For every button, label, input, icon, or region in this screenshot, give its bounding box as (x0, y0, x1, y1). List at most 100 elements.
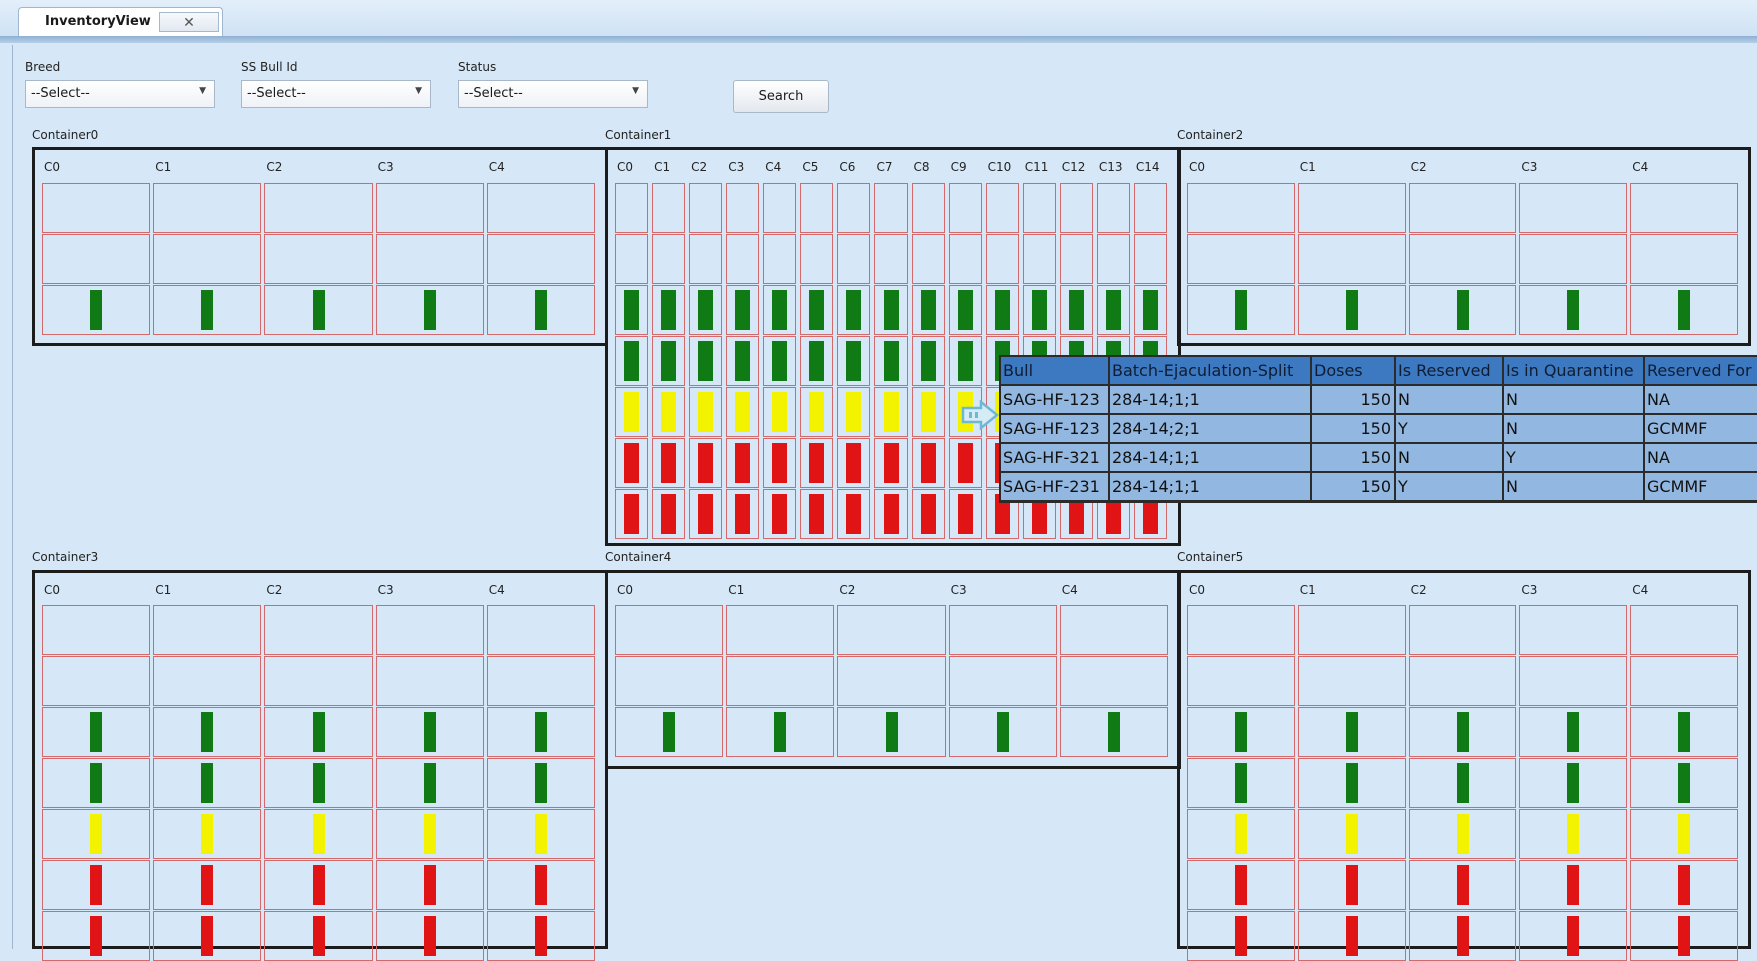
status-mark-green[interactable] (1234, 763, 1247, 803)
status-mark-green[interactable] (1068, 290, 1084, 330)
status-mark-green[interactable] (624, 341, 640, 381)
slot-cell[interactable] (153, 605, 262, 655)
slot-cell[interactable] (1096, 234, 1130, 284)
status-mark-red[interactable] (423, 916, 436, 956)
status-mark-yellow[interactable] (312, 814, 325, 854)
status-mark-red[interactable] (624, 443, 640, 483)
status-mark-green[interactable] (1567, 290, 1580, 330)
status-mark-yellow[interactable] (846, 392, 862, 432)
status-mark-green[interactable] (423, 763, 436, 803)
status-mark-yellow[interactable] (883, 392, 899, 432)
slot-cell[interactable] (1059, 656, 1168, 706)
status-mark-green[interactable] (774, 712, 787, 752)
slot-cell[interactable] (375, 656, 484, 706)
status-mark-yellow[interactable] (698, 392, 714, 432)
status-mark-green[interactable] (1345, 290, 1358, 330)
slot-cell[interactable] (1519, 234, 1628, 284)
status-mark-red[interactable] (1345, 865, 1358, 905)
slot-cell[interactable] (1408, 605, 1517, 655)
status-mark-red[interactable] (1234, 865, 1247, 905)
status-mark-yellow[interactable] (423, 814, 436, 854)
slot-cell[interactable] (1408, 656, 1517, 706)
bull-id-dropdown[interactable]: --Select-- ▼ (241, 80, 431, 108)
status-mark-green[interactable] (534, 290, 547, 330)
status-mark-green[interactable] (1456, 290, 1469, 330)
status-mark-red[interactable] (957, 443, 973, 483)
status-mark-yellow[interactable] (920, 392, 936, 432)
slot-cell[interactable] (1059, 234, 1093, 284)
status-mark-red[interactable] (534, 916, 547, 956)
slot-cell[interactable] (1297, 605, 1406, 655)
slot-cell[interactable] (1297, 234, 1406, 284)
slot-cell[interactable] (837, 656, 946, 706)
slot-cell[interactable] (1630, 656, 1738, 706)
status-mark-red[interactable] (1234, 916, 1247, 956)
slot-cell[interactable] (1630, 234, 1738, 284)
slot-cell[interactable] (1022, 234, 1056, 284)
status-mark-green[interactable] (809, 341, 825, 381)
slot-cell[interactable] (42, 234, 151, 284)
status-mark-green[interactable] (920, 341, 936, 381)
slot-cell[interactable] (153, 234, 262, 284)
slot-cell[interactable] (486, 234, 595, 284)
slot-cell[interactable] (800, 183, 834, 233)
status-mark-red[interactable] (661, 494, 677, 534)
status-dropdown[interactable]: --Select-- ▼ (458, 80, 648, 108)
status-mark-red[interactable] (201, 916, 214, 956)
status-mark-green[interactable] (994, 290, 1010, 330)
status-mark-green[interactable] (201, 763, 214, 803)
search-button[interactable]: Search (733, 80, 829, 113)
status-mark-red[interactable] (809, 443, 825, 483)
slot-cell[interactable] (1630, 183, 1738, 233)
slot-cell[interactable] (689, 183, 723, 233)
slot-cell[interactable] (837, 234, 871, 284)
status-mark-green[interactable] (846, 290, 862, 330)
status-mark-green[interactable] (90, 712, 103, 752)
slot-cell[interactable] (153, 183, 262, 233)
status-mark-green[interactable] (534, 712, 547, 752)
status-mark-green[interactable] (996, 712, 1009, 752)
status-mark-yellow[interactable] (1567, 814, 1580, 854)
status-mark-yellow[interactable] (534, 814, 547, 854)
slot-cell[interactable] (1059, 183, 1093, 233)
slot-cell[interactable] (726, 234, 760, 284)
slot-cell[interactable] (1022, 183, 1056, 233)
status-mark-green[interactable] (809, 290, 825, 330)
slot-cell[interactable] (837, 605, 946, 655)
status-mark-green[interactable] (201, 290, 214, 330)
status-mark-red[interactable] (534, 865, 547, 905)
slot-cell[interactable] (264, 656, 373, 706)
status-mark-yellow[interactable] (772, 392, 788, 432)
status-mark-green[interactable] (312, 712, 325, 752)
slot-cell[interactable] (1187, 234, 1295, 284)
slot-cell[interactable] (948, 656, 1057, 706)
status-mark-red[interactable] (735, 443, 751, 483)
status-mark-red[interactable] (698, 494, 714, 534)
status-mark-red[interactable] (1678, 916, 1691, 956)
status-mark-green[interactable] (1107, 712, 1120, 752)
status-mark-red[interactable] (846, 494, 862, 534)
status-mark-green[interactable] (1456, 712, 1469, 752)
slot-cell[interactable] (1187, 656, 1295, 706)
status-mark-green[interactable] (90, 290, 103, 330)
status-mark-yellow[interactable] (90, 814, 103, 854)
slot-cell[interactable] (42, 183, 151, 233)
status-mark-green[interactable] (423, 712, 436, 752)
slot-cell[interactable] (153, 656, 262, 706)
slot-cell[interactable] (1187, 183, 1295, 233)
close-icon[interactable]: ✕ (159, 12, 219, 32)
status-mark-green[interactable] (423, 290, 436, 330)
slot-cell[interactable] (837, 183, 871, 233)
status-mark-green[interactable] (201, 712, 214, 752)
slot-cell[interactable] (652, 183, 686, 233)
slot-cell[interactable] (375, 183, 484, 233)
slot-cell[interactable] (948, 183, 982, 233)
status-mark-green[interactable] (698, 290, 714, 330)
slot-cell[interactable] (1133, 234, 1167, 284)
status-mark-yellow[interactable] (661, 392, 677, 432)
status-mark-green[interactable] (1567, 763, 1580, 803)
status-mark-red[interactable] (883, 494, 899, 534)
slot-cell[interactable] (1408, 183, 1517, 233)
status-mark-green[interactable] (883, 290, 899, 330)
status-mark-green[interactable] (312, 763, 325, 803)
